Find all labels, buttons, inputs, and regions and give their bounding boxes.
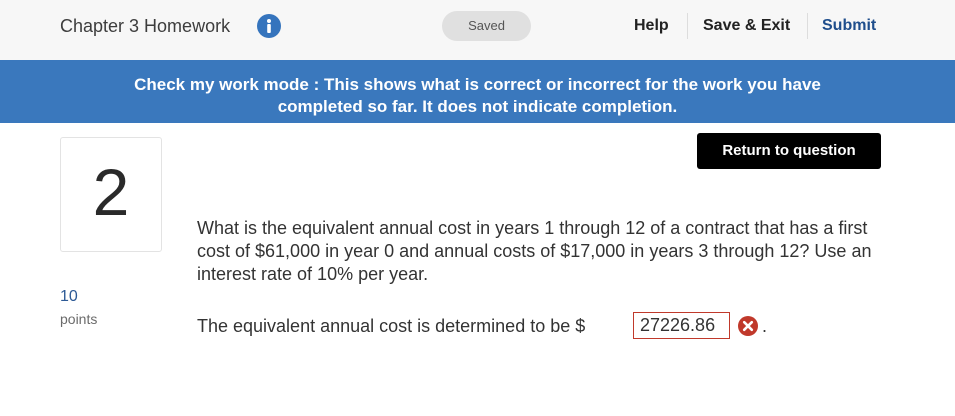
banner-line-1: Check my work mode : This shows what is … bbox=[134, 75, 821, 94]
saved-status-badge: Saved bbox=[442, 11, 531, 41]
submit-link[interactable]: Submit bbox=[822, 13, 876, 39]
answer-prefix: The equivalent annual cost is determined… bbox=[197, 316, 586, 336]
return-to-question-button[interactable]: Return to question bbox=[697, 133, 881, 169]
info-icon[interactable] bbox=[257, 14, 281, 38]
check-my-work-banner: Check my work mode : This shows what is … bbox=[0, 60, 955, 123]
question-number-box: 2 bbox=[60, 137, 162, 252]
points-label: points bbox=[60, 311, 98, 327]
question-text: What is the equivalent annual cost in ye… bbox=[197, 218, 872, 284]
answer-suffix: . bbox=[762, 316, 768, 336]
save-exit-link[interactable]: Save & Exit bbox=[703, 13, 790, 39]
help-link[interactable]: Help bbox=[634, 13, 669, 39]
assignment-title: Chapter 3 Homework bbox=[60, 16, 231, 36]
answer-input[interactable]: 27226.86 bbox=[633, 312, 730, 339]
divider bbox=[687, 13, 688, 39]
question-number: 2 bbox=[92, 155, 130, 229]
banner-line-2: completed so far. It does not indicate c… bbox=[277, 97, 678, 116]
divider bbox=[807, 13, 808, 39]
incorrect-x-icon bbox=[737, 315, 759, 337]
top-bar: Chapter 3 Homework Saved Help Save & Exi… bbox=[0, 0, 955, 60]
points-value: 10 bbox=[60, 288, 78, 305]
